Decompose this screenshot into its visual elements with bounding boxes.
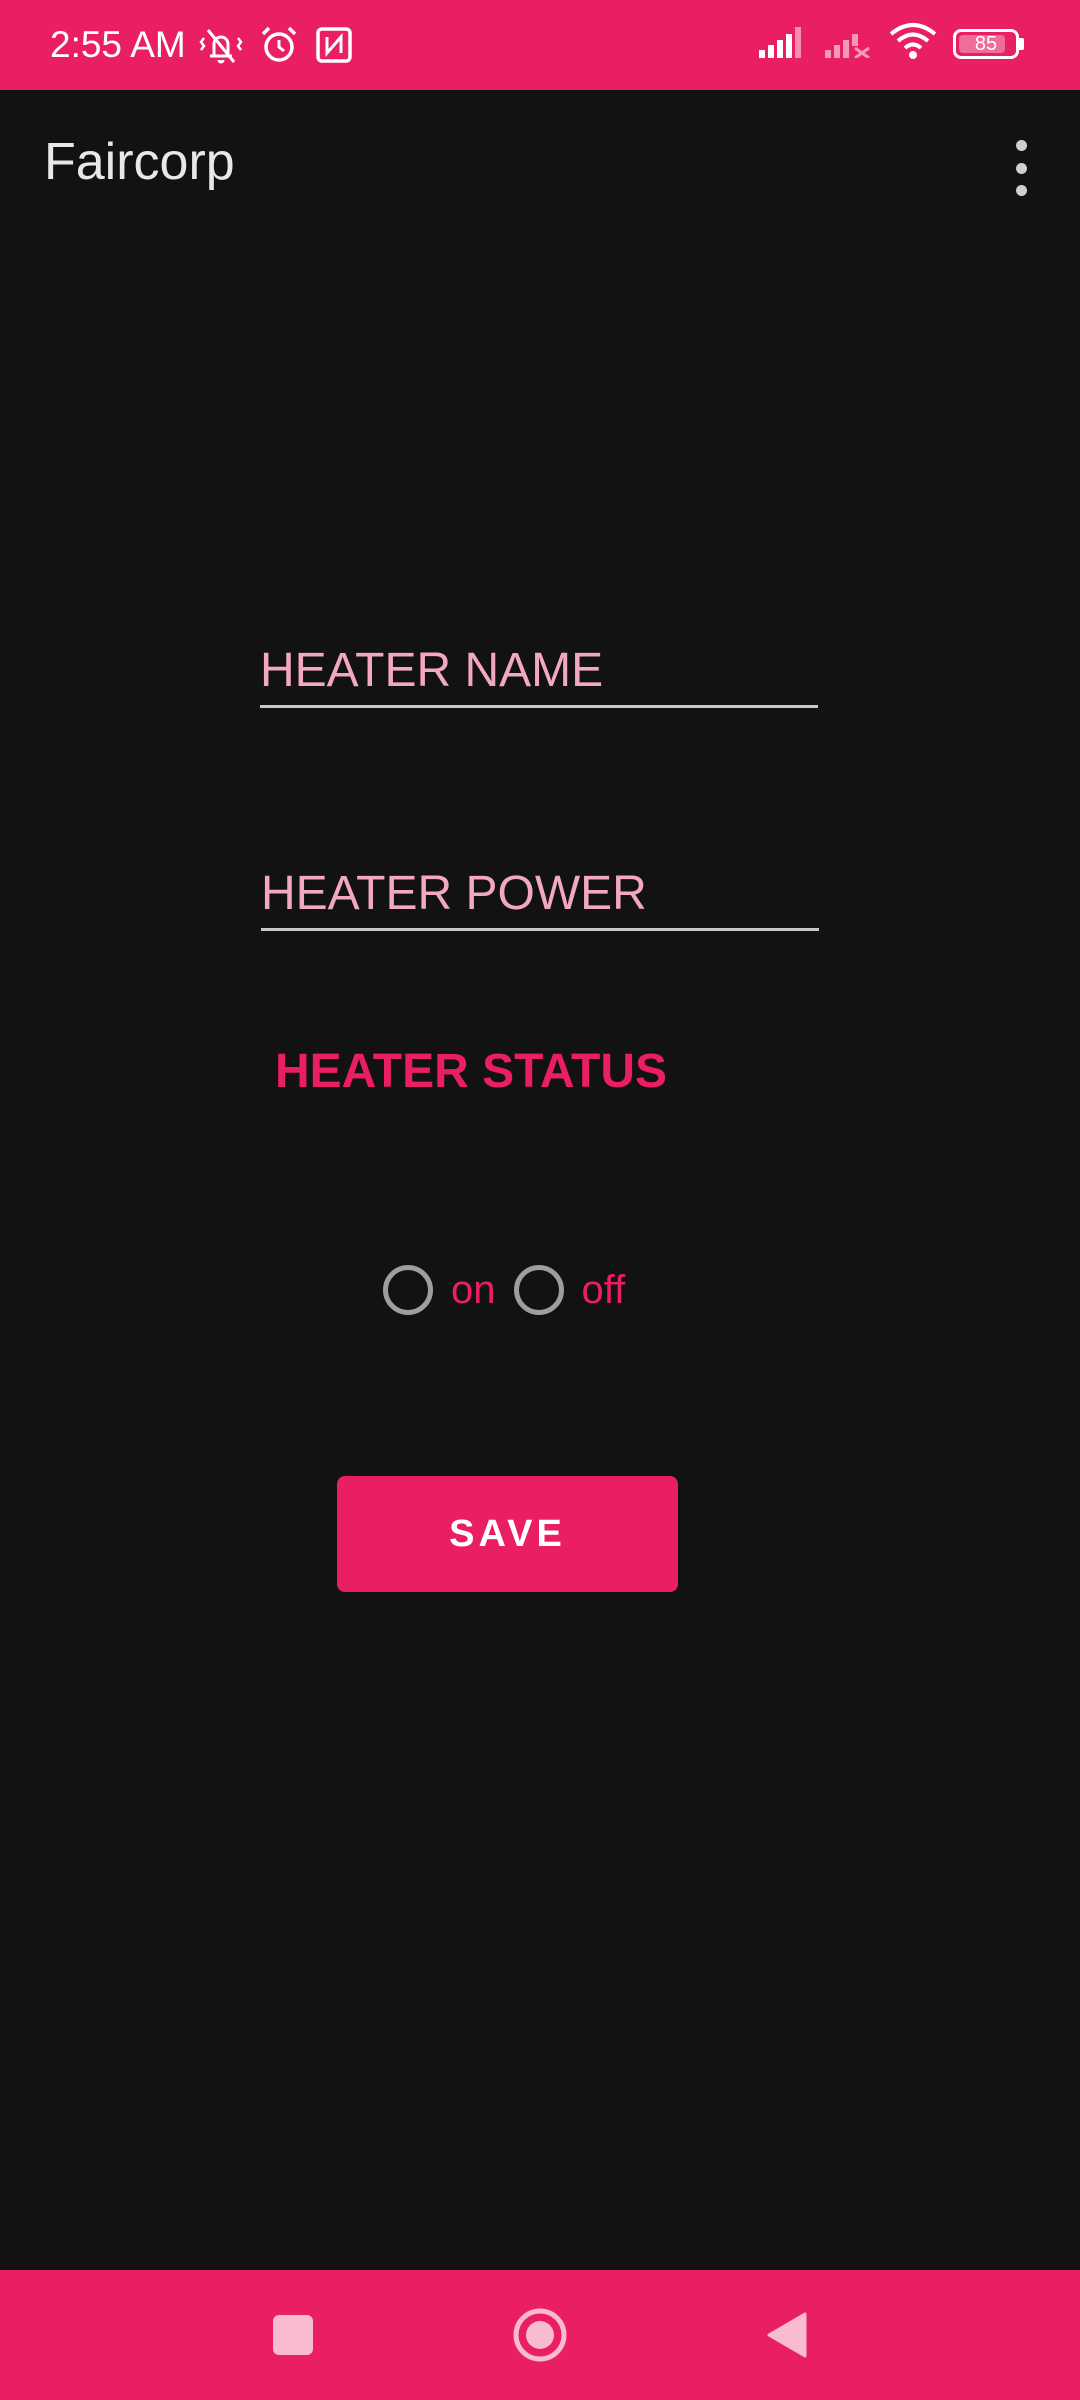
alarm-icon	[258, 24, 300, 71]
radio-off[interactable]: off	[513, 1265, 644, 1315]
status-bar: 2:55 AM 85	[0, 0, 1080, 90]
back-icon[interactable]	[744, 2292, 830, 2378]
status-time: 2:55 AM	[50, 24, 186, 65]
radio-on-circle[interactable]	[383, 1265, 433, 1315]
save-button[interactable]: SAVE	[337, 1476, 678, 1592]
screen: 2:55 AM 85 Faircorp HEATER NAME HEATER P…	[0, 0, 1080, 2400]
app-bar: Faircorp	[0, 90, 1080, 250]
signal-off-icon	[823, 24, 873, 63]
heater-status-label: HEATER STATUS	[275, 1045, 667, 1098]
overflow-menu-icon[interactable]	[1006, 140, 1036, 196]
status-right-icons: 85	[757, 22, 1024, 65]
radio-on[interactable]: on	[383, 1265, 514, 1315]
radio-on-label[interactable]: on	[451, 1270, 496, 1310]
recents-icon[interactable]	[250, 2292, 336, 2378]
battery-cap	[1019, 37, 1024, 50]
heater-power-input[interactable]	[261, 859, 819, 928]
radio-off-circle[interactable]	[513, 1265, 564, 1315]
signal-icon	[757, 24, 807, 63]
home-icon[interactable]	[497, 2292, 583, 2378]
heater-name-input[interactable]	[260, 636, 818, 705]
heater-name-field	[260, 636, 818, 708]
app-title: Faircorp	[44, 133, 235, 191]
wifi-icon	[889, 22, 937, 65]
battery-level: 85	[974, 32, 998, 55]
battery-icon: 85	[953, 28, 1024, 59]
battery: 85	[953, 28, 1019, 59]
navigation-bar	[0, 2270, 1080, 2400]
radio-off-label[interactable]: off	[582, 1270, 626, 1310]
heater-status-radio-group: on off	[383, 1265, 643, 1315]
vibrate-muted-icon	[198, 22, 244, 73]
heater-power-field	[261, 859, 819, 931]
nfc-icon	[314, 25, 354, 70]
status-left-icons	[198, 22, 354, 73]
